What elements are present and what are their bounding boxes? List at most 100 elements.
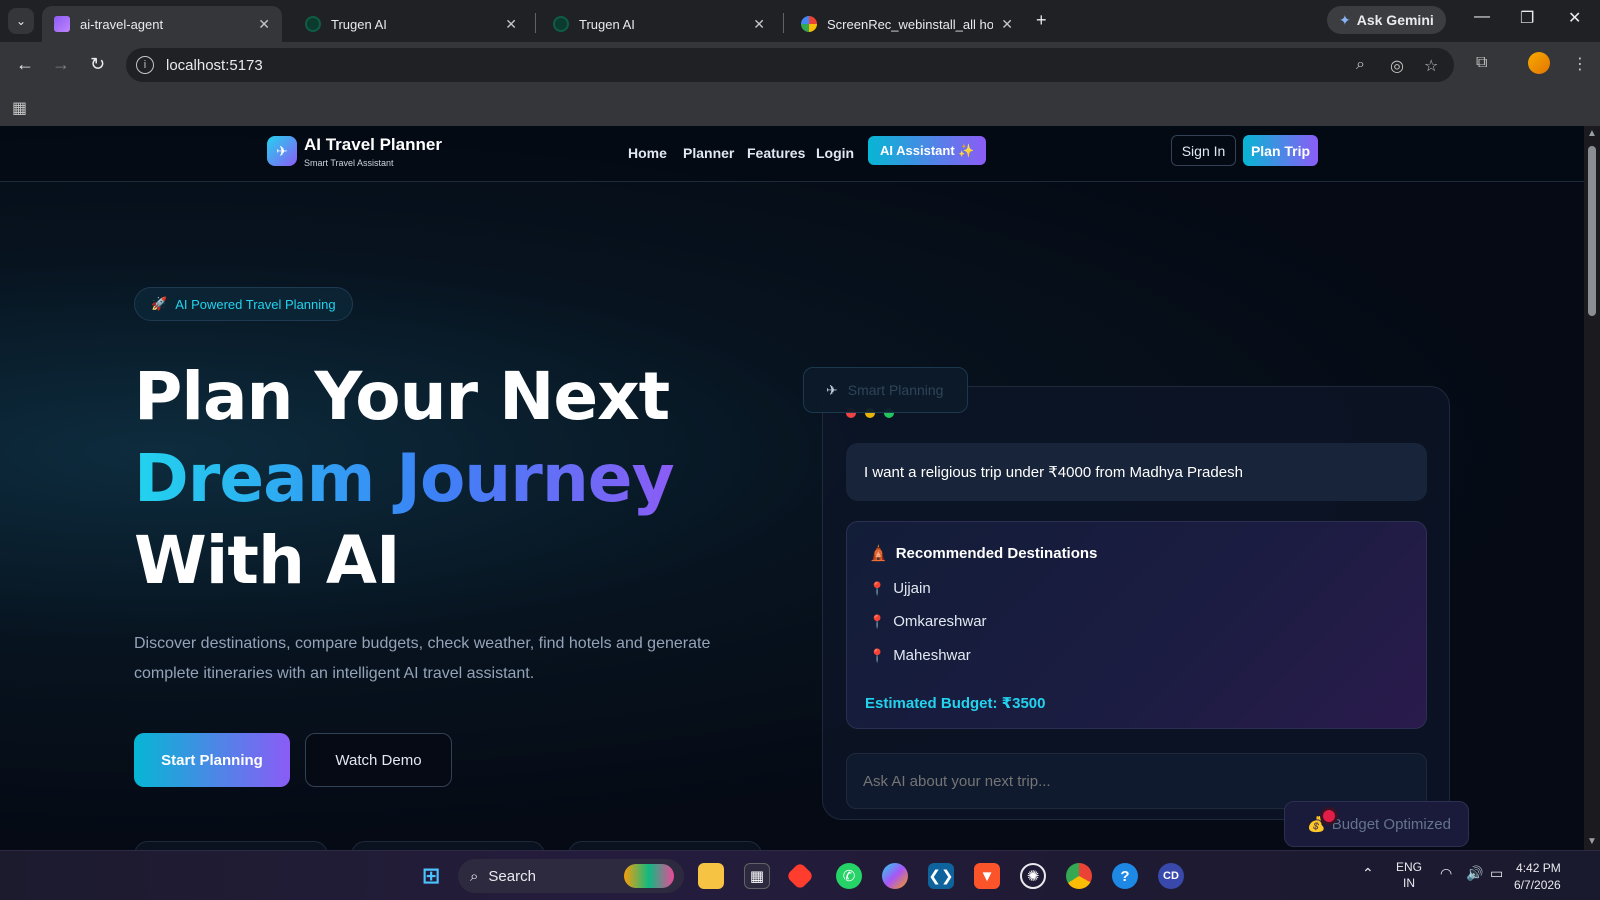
logo-subtitle: Smart Travel Assistant: [304, 158, 394, 168]
stat-card: [351, 841, 545, 850]
hero-line-2-wrap: Dream Journey: [134, 440, 675, 517]
rec-header: 🛕 Recommended Destinations: [869, 544, 1097, 563]
scroll-down-arrow-icon[interactable]: ▼: [1587, 836, 1597, 847]
tab-search-button[interactable]: ⌄: [8, 8, 34, 34]
lang-top: ENG: [1396, 860, 1423, 874]
anydesk-icon[interactable]: [785, 861, 815, 891]
smart-planning-badge: ✈ Smart Planning: [803, 367, 968, 413]
scroll-up-arrow-icon[interactable]: ▲: [1587, 128, 1597, 139]
system-clock[interactable]: 4:42 PM 6/7/2026: [1514, 860, 1561, 894]
tab-title: ai-travel-agent: [80, 16, 164, 32]
rocket-icon: 🚀: [151, 296, 168, 311]
chatgpt-icon[interactable]: ✺: [1020, 863, 1046, 889]
brave-icon[interactable]: ▼: [974, 863, 1000, 889]
search-label: Search: [488, 867, 536, 885]
window-close-icon[interactable]: ✕: [1568, 8, 1581, 28]
eye-slash-icon[interactable]: ◎: [1390, 56, 1404, 76]
close-icon[interactable]: ✕: [258, 16, 270, 33]
ai-powered-pill: 🚀 AI Powered Travel Planning: [134, 287, 353, 321]
volume-icon[interactable]: 🔊: [1466, 865, 1483, 881]
close-icon[interactable]: ✕: [1001, 16, 1013, 33]
forward-arrow-icon[interactable]: →: [52, 54, 70, 75]
hero-line-3: With AI: [134, 522, 401, 599]
search-highlight-icon: [624, 864, 674, 888]
sign-in-button[interactable]: Sign In: [1171, 135, 1236, 166]
destination-item: 📍 Maheshwar: [869, 647, 971, 664]
url-text[interactable]: localhost:5173: [166, 57, 263, 74]
vite-favicon-icon: [54, 16, 70, 32]
windows-taskbar: ⊞ ⌕ Search ▦ ✆ ❮❯ ▼ ✺ ? CD ⌃ ENG IN ◠ 🔊 …: [0, 850, 1600, 900]
more-menu-icon[interactable]: ⋮: [1572, 54, 1588, 74]
stat-card: [568, 841, 762, 850]
tray-overflow-chevron-icon[interactable]: ⌃: [1362, 865, 1374, 881]
tab-divider: [535, 13, 536, 33]
ask-gemini-button[interactable]: ✦ Ask Gemini: [1327, 6, 1446, 34]
close-icon[interactable]: ✕: [753, 16, 765, 33]
start-planning-button[interactable]: Start Planning: [134, 733, 290, 787]
destination-name: Ujjain: [893, 580, 931, 597]
bookmark-star-icon[interactable]: ☆: [1424, 56, 1438, 76]
language-indicator[interactable]: ENG IN: [1396, 859, 1422, 891]
close-icon[interactable]: ✕: [505, 16, 517, 33]
tab-ai-travel-agent[interactable]: ai-travel-agent ✕: [42, 6, 282, 42]
windows-start-icon[interactable]: ⊞: [418, 863, 444, 889]
apps-grid-icon[interactable]: ▦: [12, 98, 27, 118]
tab-trugen-ai-1[interactable]: Trugen AI ✕: [293, 6, 529, 42]
hero-line-2: Dream Journey: [134, 440, 675, 517]
taskbar-search[interactable]: ⌕ Search: [458, 859, 684, 893]
destination-name: Maheshwar: [893, 647, 971, 664]
zoom-icon[interactable]: ⌕: [1356, 56, 1365, 74]
web-page: ✈ AI Travel Planner Smart Travel Assista…: [0, 126, 1584, 850]
wifi-icon[interactable]: ◠: [1440, 865, 1452, 881]
microsoft-store-icon[interactable]: ▦: [744, 863, 770, 889]
tab-screenrec[interactable]: ScreenRec_webinstall_all how to ✕: [789, 6, 1025, 42]
pin-icon: 📍: [869, 580, 886, 596]
logo-title[interactable]: AI Travel Planner: [304, 135, 442, 155]
nav-planner[interactable]: Planner: [683, 145, 734, 161]
nav-features[interactable]: Features: [747, 145, 805, 161]
extensions-puzzle-icon[interactable]: ⧉: [1476, 54, 1487, 72]
help-icon[interactable]: ?: [1112, 863, 1138, 889]
back-arrow-icon[interactable]: ←: [16, 54, 34, 75]
clock-time: 4:42 PM: [1516, 861, 1561, 875]
browser-tab-strip: ⌄ ai-travel-agent ✕ Trugen AI ✕ Trugen A…: [0, 0, 1600, 42]
site-info-icon[interactable]: i: [136, 56, 154, 74]
budget-optimized-badge: 💰 Budget Optimized: [1284, 801, 1469, 847]
vscode-icon[interactable]: ❮❯: [928, 863, 954, 889]
nav-home[interactable]: Home: [628, 145, 667, 161]
tab-trugen-ai-2[interactable]: Trugen AI ✕: [541, 6, 777, 42]
screen-recording-indicator[interactable]: [1323, 810, 1335, 822]
new-tab-plus-icon[interactable]: +: [1036, 10, 1047, 31]
battery-icon[interactable]: ▭: [1490, 865, 1503, 881]
ai-assistant-button[interactable]: AI Assistant ✨: [868, 136, 987, 165]
chrome-icon[interactable]: [1066, 863, 1092, 889]
search-icon: ⌕: [470, 867, 479, 885]
address-bar[interactable]: i localhost:5173 ⌕ ◎ ☆: [126, 48, 1454, 82]
minimize-icon[interactable]: —: [1474, 8, 1490, 26]
watch-demo-button[interactable]: Watch Demo: [305, 733, 452, 787]
copilot-icon[interactable]: [882, 863, 908, 889]
profile-avatar[interactable]: [1528, 52, 1550, 74]
estimated-budget: Estimated Budget: ₹3500: [865, 695, 1046, 712]
reload-icon[interactable]: ↻: [90, 54, 105, 75]
google-favicon-icon: [801, 16, 817, 32]
pill-label: AI Powered Travel Planning: [175, 296, 336, 312]
restore-icon[interactable]: ❐: [1520, 8, 1534, 28]
logo-plane-icon[interactable]: ✈: [267, 136, 297, 166]
destination-item: 📍 Omkareshwar: [869, 613, 987, 630]
tab-title: ScreenRec_webinstall_all how to: [827, 16, 994, 32]
budget-badge-label: Budget Optimized: [1331, 815, 1451, 833]
file-explorer-icon[interactable]: [698, 863, 724, 889]
tab-divider: [783, 13, 784, 33]
scroll-thumb[interactable]: [1588, 146, 1596, 316]
hero-line-1: Plan Your Next: [134, 358, 670, 435]
page-scrollbar[interactable]: ▲ ▼: [1584, 126, 1600, 850]
gemini-sparkle-icon: ✦: [1339, 11, 1351, 28]
whatsapp-icon[interactable]: ✆: [836, 863, 862, 889]
gemini-label: Ask Gemini: [1356, 12, 1434, 28]
temple-icon: 🛕: [869, 545, 888, 562]
lang-bottom: IN: [1403, 876, 1415, 890]
plan-trip-button[interactable]: Plan Trip: [1243, 135, 1318, 166]
cd-app-icon[interactable]: CD: [1158, 863, 1184, 889]
nav-login[interactable]: Login: [816, 145, 854, 161]
